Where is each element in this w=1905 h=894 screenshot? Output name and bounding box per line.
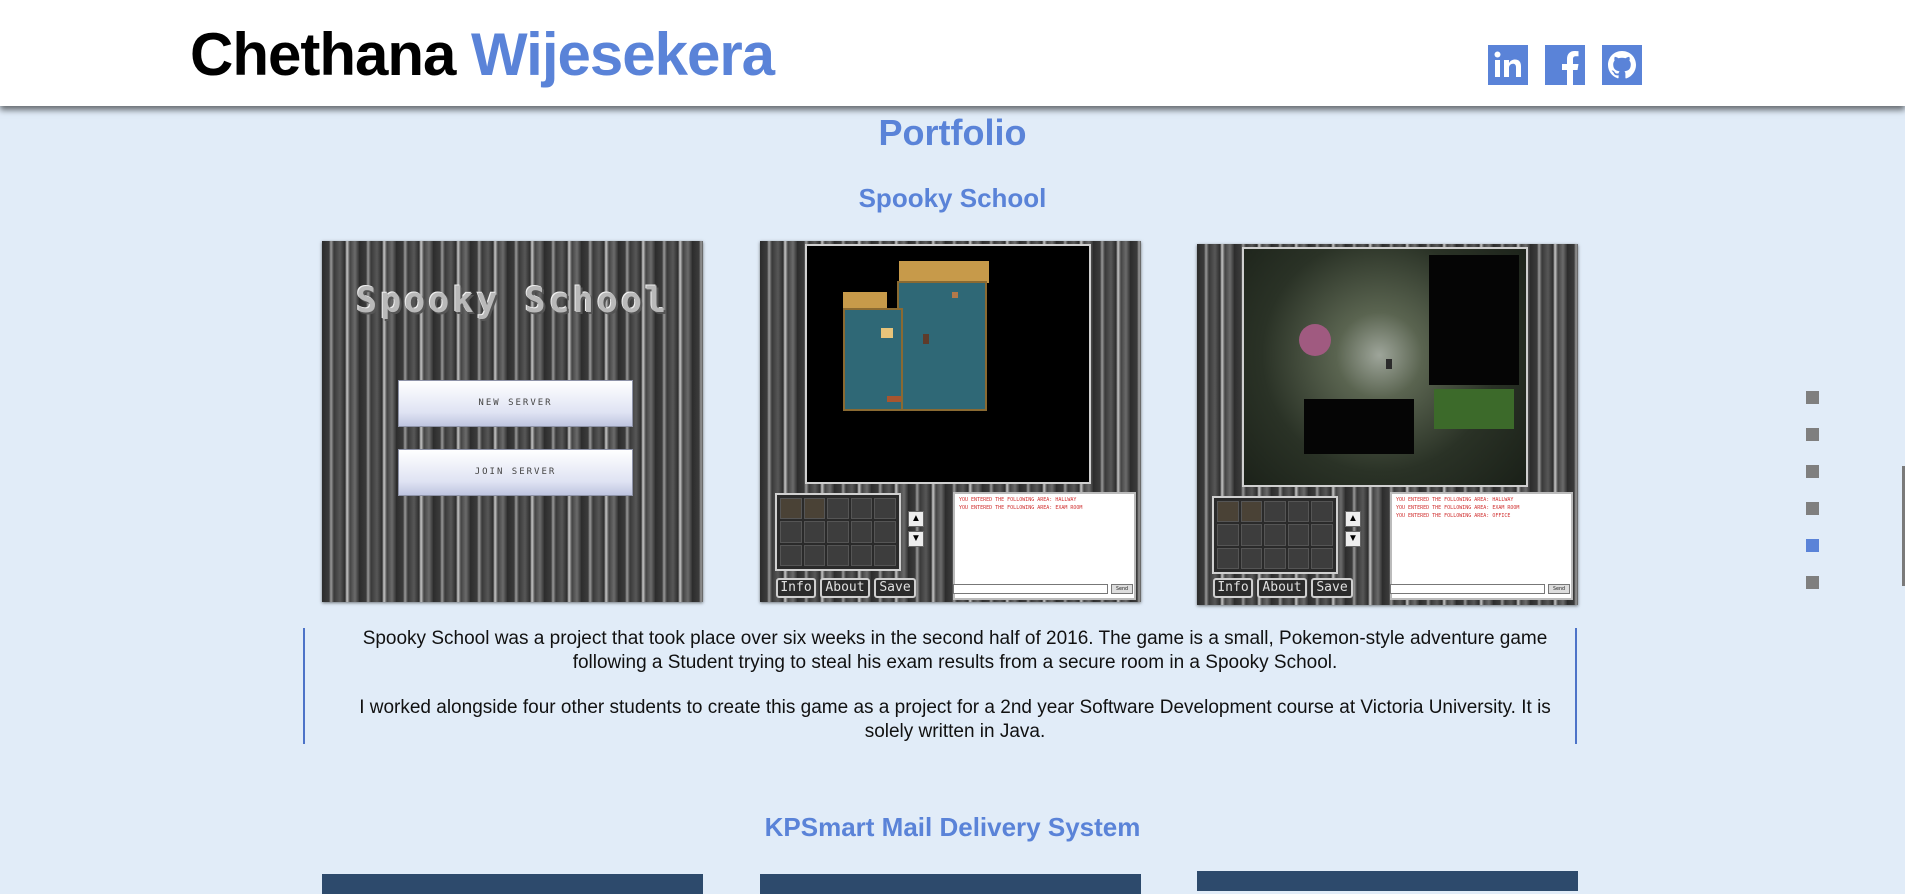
- section-nav-dot[interactable]: [1806, 576, 1819, 589]
- github-link[interactable]: [1602, 45, 1642, 85]
- section-nav-dot[interactable]: [1806, 428, 1819, 441]
- kpsmart-screenshot[interactable]: [1197, 871, 1578, 891]
- section-nav-dot[interactable]: [1806, 391, 1819, 404]
- game-save-button: Save: [874, 578, 916, 598]
- game-about-button: About: [820, 578, 870, 598]
- game-viewport: [805, 244, 1091, 484]
- game-title-text: Spooky School: [356, 281, 669, 321]
- spooky-school-room-screenshot[interactable]: ▲ ▼ YOU ENTERED THE FOLLOWING AREA: HALL…: [760, 241, 1141, 602]
- linkedin-icon: [1494, 51, 1521, 77]
- log-send: Send: [1548, 584, 1570, 594]
- scroll-down-icon: ▼: [908, 531, 924, 547]
- section-nav-dot[interactable]: [1806, 465, 1819, 478]
- game-info-button: Info: [1213, 578, 1253, 598]
- spooky-school-menu-screenshot[interactable]: Spooky School NEW SERVER JOIN SERVER: [322, 241, 703, 602]
- section-nav-dot[interactable]: [1806, 539, 1819, 552]
- first-name: Chethana: [190, 21, 456, 88]
- scroll-down-icon: ▼: [1345, 531, 1361, 547]
- game-viewport: [1242, 247, 1528, 487]
- game-info-button: Info: [776, 578, 816, 598]
- section-nav-dot[interactable]: [1806, 502, 1819, 515]
- project-title-spooky-school: Spooky School: [858, 183, 1047, 213]
- room-floor: [897, 281, 987, 411]
- portfolio-heading: Portfolio: [878, 112, 1027, 153]
- log-input: [1390, 584, 1545, 594]
- last-name: Wijesekera: [471, 21, 775, 88]
- game-save-button: Save: [1311, 578, 1353, 598]
- game-about-button: About: [1257, 578, 1307, 598]
- project-title-kpsmart: KPSmart Mail Delivery System: [764, 812, 1141, 842]
- new-server-button-image: NEW SERVER: [398, 380, 633, 427]
- facebook-link[interactable]: [1545, 45, 1585, 85]
- site-title[interactable]: Chethana Wijesekera: [190, 20, 775, 90]
- site-header: Chethana Wijesekera: [0, 0, 1905, 106]
- project-description-paragraph-2: I worked alongside four other students t…: [359, 697, 1551, 742]
- github-icon: [1608, 51, 1636, 79]
- facebook-icon: [1562, 51, 1579, 85]
- kpsmart-screenshot[interactable]: [760, 874, 1141, 894]
- scroll-up-icon: ▲: [908, 511, 924, 527]
- log-input: [953, 584, 1108, 594]
- kpsmart-screenshot[interactable]: [322, 874, 703, 894]
- join-server-button-image: JOIN SERVER: [398, 449, 633, 496]
- project-description-paragraph-1: Spooky School was a project that took pl…: [362, 628, 1548, 673]
- inventory-grid: [1212, 496, 1338, 574]
- linkedin-link[interactable]: [1488, 45, 1528, 85]
- inventory-grid: [775, 493, 901, 571]
- scroll-up-icon: ▲: [1345, 511, 1361, 527]
- log-send: Send: [1111, 584, 1133, 594]
- spooky-school-outdoor-screenshot[interactable]: ▲ ▼ YOU ENTERED THE FOLLOWING AREA: HALL…: [1197, 244, 1578, 605]
